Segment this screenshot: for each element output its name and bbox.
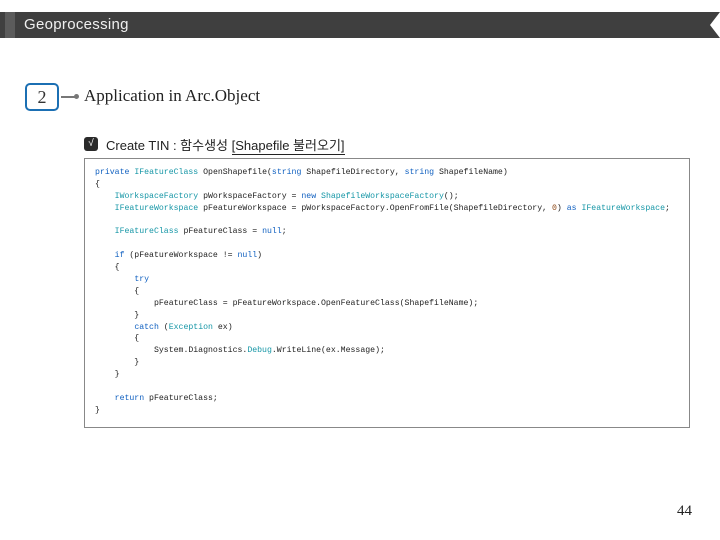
- header-cut: [710, 12, 720, 38]
- code-content: private IFeatureClass OpenShapefile(stri…: [95, 167, 679, 417]
- header-accent: [5, 12, 15, 38]
- subtitle-lead: Create TIN : 함수생성: [106, 138, 232, 153]
- code-block: private IFeatureClass OpenShapefile(stri…: [84, 158, 690, 428]
- section-connector-line: [61, 96, 75, 98]
- page-header-title: Geoprocessing: [24, 12, 129, 38]
- section-number-box: 2: [25, 83, 59, 111]
- section-subtitle: Create TIN : 함수생성 [Shapefile 불러오기]: [106, 135, 345, 154]
- subtitle-underlined: [Shapefile 불러오기]: [232, 138, 345, 155]
- page-number: 44: [677, 503, 692, 520]
- check-bullet-icon: √: [84, 137, 98, 151]
- section-title: Application in Arc.Object: [84, 86, 260, 106]
